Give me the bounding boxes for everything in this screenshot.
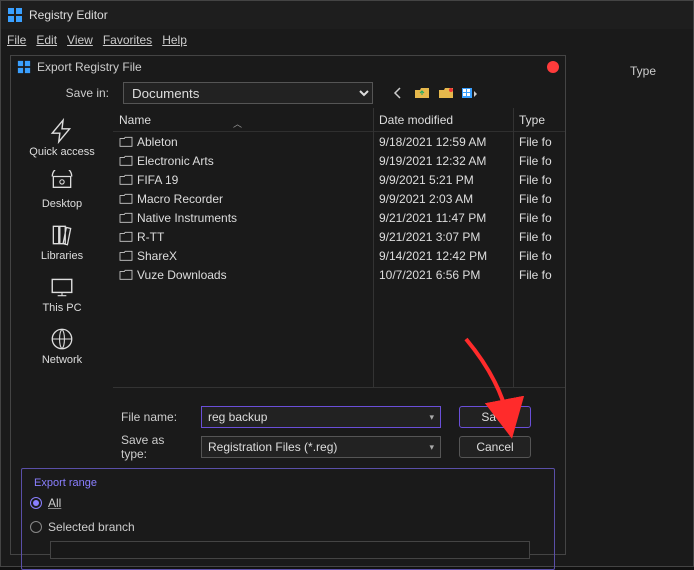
table-row[interactable]: Native Instruments9/21/2021 11:47 PMFile… <box>113 208 565 227</box>
folder-icon <box>119 174 133 186</box>
table-row[interactable]: Macro Recorder9/9/2021 2:03 AMFile fo <box>113 189 565 208</box>
dialog-titlebar: Export Registry File <box>11 56 565 78</box>
menubar: File Edit View Favorites Help <box>1 29 693 51</box>
file-name-label: File name: <box>11 410 191 424</box>
radio-selected-branch[interactable]: Selected branch <box>30 517 546 537</box>
folder-icon <box>119 231 133 243</box>
background-column-header: Type <box>570 57 689 85</box>
menu-view[interactable]: View <box>67 33 93 47</box>
views-icon[interactable] <box>461 84 479 102</box>
col-header-name[interactable]: Name︿ <box>113 113 373 127</box>
table-row[interactable]: ShareX9/14/2021 12:42 PMFile fo <box>113 246 565 265</box>
file-list-header: Name︿ Date modified Type <box>113 108 565 132</box>
up-folder-icon[interactable] <box>413 84 431 102</box>
places-bar: Quick access Desktop Libraries This PC N… <box>11 108 113 388</box>
save-in-select[interactable]: Documents <box>123 82 373 104</box>
save-as-type-select[interactable]: Registration Files (*.reg) ▾ <box>201 436 441 458</box>
dialog-title: Export Registry File <box>37 60 142 74</box>
radio-icon <box>30 521 42 533</box>
folder-icon <box>119 212 133 224</box>
titlebar: Registry Editor <box>1 1 693 29</box>
sort-caret-icon: ︿ <box>233 117 242 130</box>
bg-col-type[interactable]: Type <box>630 64 656 78</box>
app-title: Registry Editor <box>29 8 108 22</box>
app-icon <box>7 7 23 23</box>
table-row[interactable]: Electronic Arts9/19/2021 12:32 AMFile fo <box>113 151 565 170</box>
table-row[interactable]: Vuze Downloads10/7/2021 6:56 PMFile fo <box>113 265 565 284</box>
file-list: Name︿ Date modified Type Ableton9/18/202… <box>113 108 565 388</box>
table-row[interactable]: Ableton9/18/2021 12:59 AMFile fo <box>113 132 565 151</box>
save-in-label: Save in: <box>11 86 115 100</box>
chevron-down-icon[interactable]: ▾ <box>429 412 434 423</box>
folder-icon <box>119 136 133 148</box>
cancel-button[interactable]: Cancel <box>459 436 531 458</box>
folder-icon <box>119 250 133 262</box>
save-as-type-row: Save as type: Registration Files (*.reg)… <box>11 432 565 462</box>
place-desktop[interactable]: Desktop <box>17 166 107 214</box>
export-registry-dialog: Export Registry File Save in: Documents … <box>10 55 566 555</box>
table-row[interactable]: FIFA 199/9/2021 5:21 PMFile fo <box>113 170 565 189</box>
table-row[interactable]: R-TT9/21/2021 3:07 PMFile fo <box>113 227 565 246</box>
save-button[interactable]: Save <box>459 406 531 428</box>
back-icon[interactable] <box>389 84 407 102</box>
dialog-icon <box>17 60 31 74</box>
col-header-date[interactable]: Date modified <box>373 113 513 127</box>
folder-icon <box>119 193 133 205</box>
selected-branch-input[interactable] <box>50 541 530 559</box>
annotation-dot <box>547 61 559 73</box>
chevron-down-icon[interactable]: ▾ <box>429 442 434 453</box>
menu-help[interactable]: Help <box>162 33 187 47</box>
menu-favorites[interactable]: Favorites <box>103 33 152 47</box>
radio-all[interactable]: All <box>30 493 546 513</box>
radio-icon <box>30 497 42 509</box>
menu-edit[interactable]: Edit <box>36 33 57 47</box>
file-name-input[interactable]: reg backup ▾ <box>201 406 441 428</box>
save-as-type-label: Save as type: <box>11 433 191 461</box>
file-name-row: File name: reg backup ▾ Save <box>11 402 565 432</box>
folder-icon <box>119 155 133 167</box>
export-range-group: Export range All Selected branch <box>21 468 555 570</box>
place-network[interactable]: Network <box>17 322 107 370</box>
col-header-type[interactable]: Type <box>513 113 565 127</box>
export-range-legend: Export range <box>30 477 101 489</box>
save-in-row: Save in: Documents <box>11 78 565 108</box>
place-quick-access[interactable]: Quick access <box>17 114 107 162</box>
menu-file[interactable]: File <box>7 33 26 47</box>
place-this-pc[interactable]: This PC <box>17 270 107 318</box>
place-libraries[interactable]: Libraries <box>17 218 107 266</box>
folder-icon <box>119 269 133 281</box>
new-folder-icon[interactable] <box>437 84 455 102</box>
